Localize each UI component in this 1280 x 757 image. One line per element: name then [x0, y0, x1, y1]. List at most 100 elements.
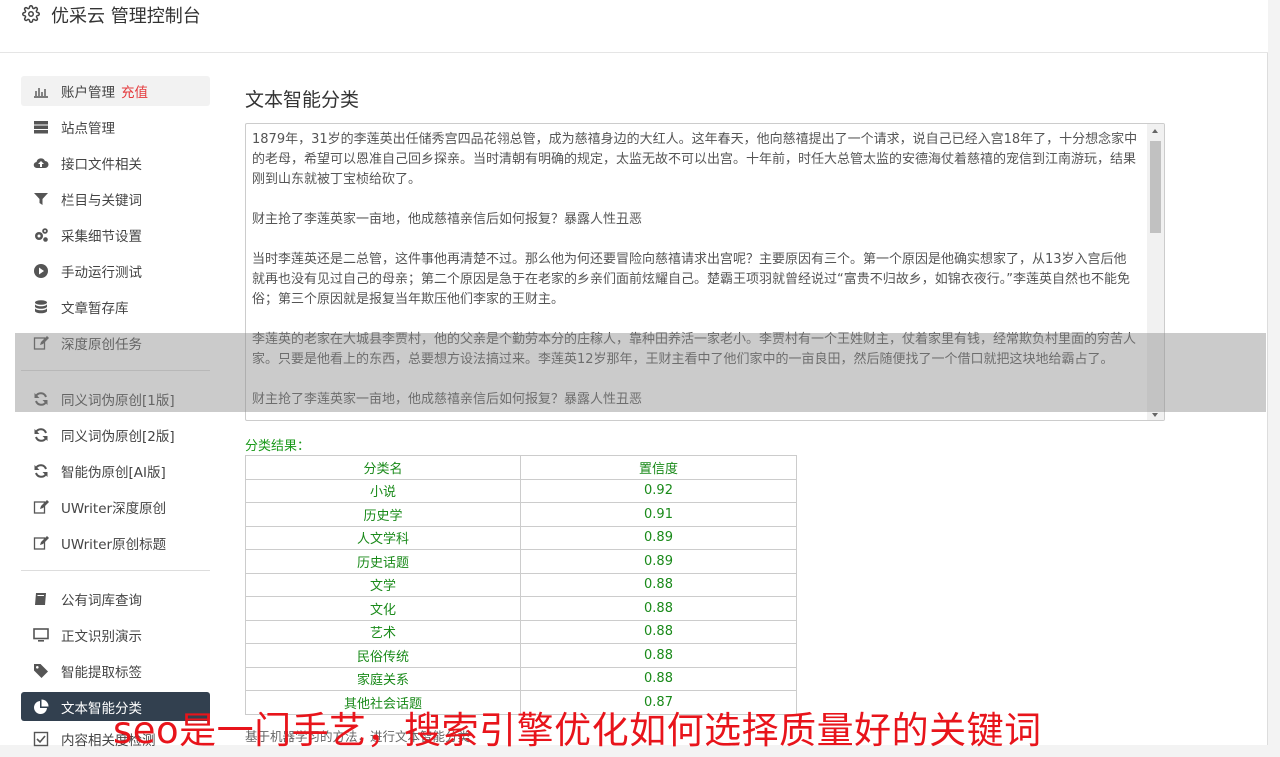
section-title: 文本智能分类 [245, 89, 360, 111]
sidebar-item[interactable]: 同义词伪原创[2版] [21, 417, 210, 453]
server-icon [32, 119, 50, 135]
text-input[interactable]: 1879年，31岁的李莲英出任储秀宫四品花翎总管，成为慈禧身边的大红人。这年春天… [245, 123, 1165, 421]
result-table: 分类名 置信度 小说 0.92 历史学 0.91 人文学科 0.89 历史话题 0.89 文学 0… [245, 455, 797, 715]
sidebar-item[interactable]: 接口文件相关 [21, 145, 210, 181]
scroll-down-icon[interactable] [1152, 413, 1158, 417]
text-paragraph: 财主抢了李莲英家一亩地，他成慈禧亲信后如何报复？暴露人性丑恶 [252, 212, 643, 227]
scroll-thumb[interactable] [1150, 141, 1161, 233]
cloud-upload-icon [32, 155, 50, 171]
recharge-link[interactable]: 充值 [121, 81, 148, 101]
confidence-cell: 0.91 [520, 502, 797, 527]
sidebar-item-label: 手动运行测试 [61, 265, 142, 281]
table-row: 历史话题 0.89 [245, 549, 797, 574]
sidebar-item-label: 正文识别演示 [61, 629, 142, 645]
confidence-cell: 0.88 [520, 572, 797, 597]
confidence-cell: 0.89 [520, 549, 797, 574]
sidebar-item-label: 栏目与关键词 [61, 193, 142, 209]
sidebar-item-label: 站点管理 [61, 121, 115, 137]
text-paragraph: 李莲英的老家在大城县李贾村，他的父亲是个勤劳本分的庄稼人，靠种田养活一家老小。李… [252, 332, 1137, 367]
category-name-cell: 小说 [245, 478, 521, 503]
table-header-name: 分类名 [245, 455, 521, 480]
sidebar-item[interactable]: 采集细节设置 [21, 217, 210, 253]
result-label: 分类结果： [245, 439, 311, 454]
sidebar-item[interactable]: 文章暂存库 [21, 289, 210, 325]
sidebar-item[interactable]: 深度原创任务 [21, 325, 210, 361]
book-icon [32, 591, 50, 607]
category-name-cell: 人文学科 [245, 525, 521, 550]
sidebar-item[interactable]: UWriter深度原创 [21, 489, 210, 525]
text-input-content[interactable]: 1879年，31岁的李莲英出任储秀宫四品花翎总管，成为慈禧身边的大红人。这年春天… [252, 130, 1138, 420]
text-paragraph: 1879年，31岁的李莲英出任储秀宫四品花翎总管，成为慈禧身边的大红人。这年春天… [252, 132, 1138, 187]
gear-icon [22, 5, 40, 23]
sidebar-item[interactable]: 智能伪原创[AI版] [21, 453, 210, 489]
table-row: 小说 0.92 [245, 478, 797, 503]
sidebar-item-label: 智能伪原创[AI版] [61, 465, 166, 481]
filter-icon [32, 191, 50, 207]
refresh-icon [32, 463, 50, 479]
edit-icon [32, 535, 50, 551]
sidebar-item-label: 同义词伪原创[2版] [61, 429, 175, 445]
sidebar-divider [21, 570, 210, 571]
table-row: 文学 0.88 [245, 572, 797, 597]
sidebar-item-label: 账户管理 [61, 85, 115, 101]
category-name-cell: 家庭关系 [245, 666, 521, 691]
text-paragraph: 财主抢了李莲英家一亩地，他成慈禧亲信后如何报复？暴露人性丑恶 [252, 392, 643, 407]
confidence-cell: 0.88 [520, 643, 797, 668]
database-icon [32, 299, 50, 315]
sidebar-item[interactable]: 站点管理 [21, 109, 210, 145]
sidebar-item-label: 同义词伪原创[1版] [61, 393, 175, 409]
sidebar: 账户管理 充值站点管理接口文件相关 栏目与关键词 采集细节设置 手动运行测试 文章暂存库深… [21, 76, 210, 757]
confidence-cell: 0.89 [520, 525, 797, 550]
refresh-icon [32, 391, 50, 407]
table-row: 民俗传统 0.88 [245, 643, 797, 668]
tag-icon [32, 663, 50, 679]
table-row: 家庭关系 0.88 [245, 666, 797, 691]
table-row: 文化 0.88 [245, 596, 797, 621]
category-name-cell: 历史话题 [245, 549, 521, 574]
sidebar-item-label: 文章暂存库 [61, 301, 129, 317]
sidebar-item[interactable]: 手动运行测试 [21, 253, 210, 289]
pie-chart-icon [32, 699, 50, 715]
sidebar-item[interactable]: 公有词库查询 [21, 581, 210, 617]
confidence-cell: 0.92 [520, 478, 797, 503]
confidence-cell: 0.88 [520, 666, 797, 691]
monitor-icon [32, 627, 50, 643]
textarea-scrollbar[interactable] [1147, 124, 1164, 420]
sidebar-item[interactable]: 正文识别演示 [21, 617, 210, 653]
sidebar-item[interactable]: 账户管理 充值 [21, 76, 210, 106]
sidebar-item-label: 接口文件相关 [61, 157, 142, 173]
overlay-caption: seo是一门手艺，搜索引擎优化如何选择质量好的关键词 [113, 709, 1042, 752]
table-row: 历史学 0.91 [245, 502, 797, 527]
edit-icon [32, 335, 50, 351]
bar-chart-icon [32, 83, 50, 99]
category-name-cell: 民俗传统 [245, 643, 521, 668]
table-header-confidence: 置信度 [520, 455, 797, 480]
sidebar-divider [21, 370, 210, 371]
sidebar-item-label: 公有词库查询 [61, 593, 142, 609]
sidebar-item-label: 智能提取标签 [61, 665, 142, 681]
table-row: 人文学科 0.89 [245, 525, 797, 550]
app-frame: 优采云 管理控制台 账户管理 充值站点管理接口文件相关 栏目与关键词 采集细节设置 手动… [0, 0, 1268, 752]
sidebar-item-label: 深度原创任务 [61, 337, 142, 353]
sidebar-item[interactable]: UWriter原创标题 [21, 525, 210, 561]
table-header-row: 分类名 置信度 [245, 455, 797, 480]
scroll-up-icon[interactable] [1152, 129, 1158, 133]
sidebar-item[interactable]: 同义词伪原创[1版] [21, 381, 210, 417]
text-paragraph: 当时李莲英还是二总管，这件事他再清楚不过。那么他为何还要冒险向慈禧请求出宫呢？主… [252, 252, 1130, 307]
sidebar-item-label: UWriter原创标题 [61, 537, 167, 553]
edit-icon [32, 499, 50, 515]
table-row: 艺术 0.88 [245, 619, 797, 644]
confidence-cell: 0.88 [520, 596, 797, 621]
confidence-cell: 0.88 [520, 619, 797, 644]
sidebar-item[interactable]: 智能提取标签 [21, 653, 210, 689]
category-name-cell: 历史学 [245, 502, 521, 527]
category-name-cell: 文化 [245, 596, 521, 621]
page-title: 优采云 管理控制台 [51, 6, 201, 27]
play-circle-icon [32, 263, 50, 279]
header: 优采云 管理控制台 [0, 0, 1268, 53]
category-name-cell: 艺术 [245, 619, 521, 644]
sidebar-item-label: 采集细节设置 [61, 229, 142, 245]
refresh-icon [32, 427, 50, 443]
sidebar-item-label: UWriter深度原创 [61, 501, 167, 517]
sidebar-item[interactable]: 栏目与关键词 [21, 181, 210, 217]
